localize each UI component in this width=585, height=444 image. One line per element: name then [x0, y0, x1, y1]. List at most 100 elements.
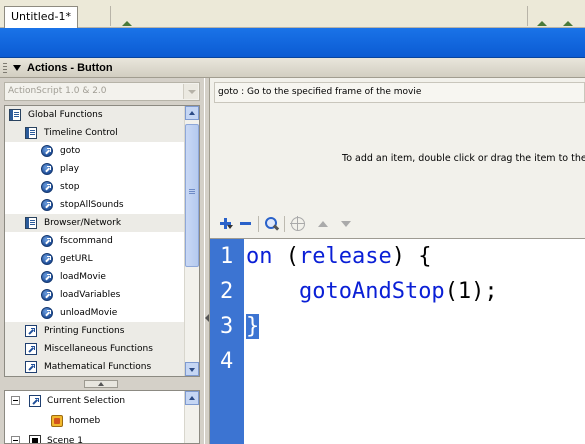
toolbox-category[interactable]: Global Functions [5, 106, 185, 124]
toolbox-item-label: getURL [60, 254, 93, 264]
code-text: ( [272, 244, 299, 269]
book-icon [25, 217, 37, 229]
action-icon [41, 307, 53, 319]
toolbox-scrollbar[interactable] [184, 106, 199, 376]
action-icon [41, 181, 53, 193]
toolbox-item-label: Timeline Control [44, 128, 118, 138]
code-line[interactable]: } [246, 309, 260, 344]
toolbar-divider [284, 216, 285, 232]
toolbox-action[interactable]: loadVariables [5, 286, 185, 304]
line-number: 4 [220, 349, 234, 374]
insert-target-path-icon[interactable] [290, 216, 306, 232]
toolbox-action[interactable]: unloadMovie [5, 304, 185, 322]
script-navigator-item[interactable]: Current Selection [5, 391, 199, 411]
toolbox-category[interactable]: Mathematical Functions [5, 358, 185, 376]
action-icon [41, 145, 53, 157]
edit-symbol-icon[interactable] [537, 20, 547, 26]
script-navigator-label: Current Selection [47, 396, 126, 406]
collapse-toggle-icon[interactable] [11, 436, 20, 443]
code-text: ) { [391, 244, 432, 269]
collapse-arrow-icon[interactable] [13, 65, 21, 71]
code-keyword: on [246, 244, 273, 269]
scroll-down-icon[interactable] [185, 362, 199, 376]
collapse-toggle-icon[interactable] [11, 396, 20, 405]
toolbox-category[interactable]: Printing Functions [5, 322, 185, 340]
move-down-icon[interactable] [338, 216, 354, 232]
toolbox-action[interactable]: stopAllSounds [5, 196, 185, 214]
toolbox-item-label: fscommand [60, 236, 113, 246]
document-tab[interactable]: Untitled-1* [4, 6, 78, 28]
category-icon [25, 361, 37, 373]
action-icon [41, 163, 53, 175]
selected-code: } [246, 314, 260, 339]
scroll-up-icon[interactable] [185, 106, 199, 120]
move-up-icon[interactable] [315, 216, 331, 232]
actions-panel-header[interactable]: Actions - Button [0, 58, 585, 78]
actions-toolbox-pane: ActionScript 1.0 & 2.0 Global Functions T… [0, 78, 204, 444]
code-text: (1); [444, 279, 498, 304]
category-icon [25, 325, 37, 337]
action-icon [41, 289, 53, 301]
toolbox-item-label: Miscellaneous Functions [44, 344, 153, 354]
toolbox-item-label: play [60, 164, 80, 174]
toolbox-item-label: loadVariables [60, 290, 121, 300]
book-icon [9, 109, 21, 121]
book-icon [25, 127, 37, 139]
toolbox-category[interactable]: Timeline Control [5, 124, 185, 142]
add-item-hint: To add an item, double click or drag the… [342, 153, 585, 164]
help-text: goto : Go to the specified frame of the … [214, 82, 585, 103]
pane-split-handle[interactable] [84, 380, 118, 388]
toolbox-category[interactable]: Browser/Network [5, 214, 185, 232]
toolbox-item-label: Global Functions [28, 110, 103, 120]
code-keyword: release [299, 244, 392, 269]
script-pane: goto : Go to the specified frame of the … [210, 78, 585, 444]
toolbox-list: Global Functions Timeline Control goto play… [5, 106, 185, 376]
edit-scene-icon[interactable] [122, 20, 132, 26]
toolbox-item-label: stopAllSounds [60, 200, 124, 210]
script-navigator-scrollbar[interactable] [184, 391, 199, 443]
toolbox-item-label: Printing Functions [44, 326, 125, 336]
zoom-icon[interactable] [563, 20, 573, 26]
scroll-up-icon[interactable] [185, 391, 199, 405]
script-navigator-item[interactable]: Scene 1 [5, 431, 199, 443]
category-icon [25, 343, 37, 355]
scrollbar-thumb[interactable] [185, 124, 199, 267]
panel-title: Actions - Button [27, 62, 113, 74]
scene-icon [29, 435, 41, 443]
toolbox-action[interactable]: goto [5, 142, 185, 160]
line-number-gutter: 1 2 3 4 [210, 239, 244, 444]
find-icon[interactable] [264, 216, 280, 232]
line-number: 2 [220, 279, 234, 304]
toolbox-action[interactable]: loadMovie [5, 268, 185, 286]
toolbox-item-label: unloadMovie [60, 308, 118, 318]
toolbox-category[interactable]: Miscellaneous Functions [5, 340, 185, 358]
add-item-icon[interactable] [218, 216, 234, 232]
toolbar-divider [258, 216, 259, 232]
action-icon [41, 235, 53, 247]
code-line[interactable]: gotoAndStop(1); [246, 274, 498, 309]
action-icon [41, 271, 53, 283]
tab-strip-divider [110, 6, 111, 26]
actions-toolbox: Global Functions Timeline Control goto play… [4, 105, 200, 377]
toolbox-action[interactable]: fscommand [5, 232, 185, 250]
action-icon [41, 253, 53, 265]
script-navigator-list: Current Selection homeb Scene 1 [5, 391, 199, 443]
script-editor[interactable]: 1 2 3 4 on (release) { gotoAndStop(1);} [210, 238, 585, 444]
chevron-down-icon[interactable] [183, 84, 198, 99]
panel-grip-icon[interactable] [3, 63, 7, 73]
toolbox-item-label: goto [60, 146, 81, 156]
actionscript-version-select[interactable]: ActionScript 1.0 & 2.0 [4, 82, 200, 101]
toolbox-action[interactable]: play [5, 160, 185, 178]
toolbox-item-label: stop [60, 182, 80, 192]
toolbox-action[interactable]: stop [5, 178, 185, 196]
toolbox-action[interactable]: getURL [5, 250, 185, 268]
code-line[interactable]: on (release) { [246, 239, 431, 274]
script-navigator-item[interactable]: homeb [5, 411, 199, 431]
tab-strip-divider [527, 6, 528, 26]
actionscript-version-value: ActionScript 1.0 & 2.0 [8, 86, 107, 96]
code-keyword: gotoAndStop [298, 279, 445, 304]
document-tab-strip: Untitled-1* [0, 0, 585, 28]
timeline-band [0, 28, 585, 58]
delete-item-icon[interactable] [238, 216, 254, 232]
